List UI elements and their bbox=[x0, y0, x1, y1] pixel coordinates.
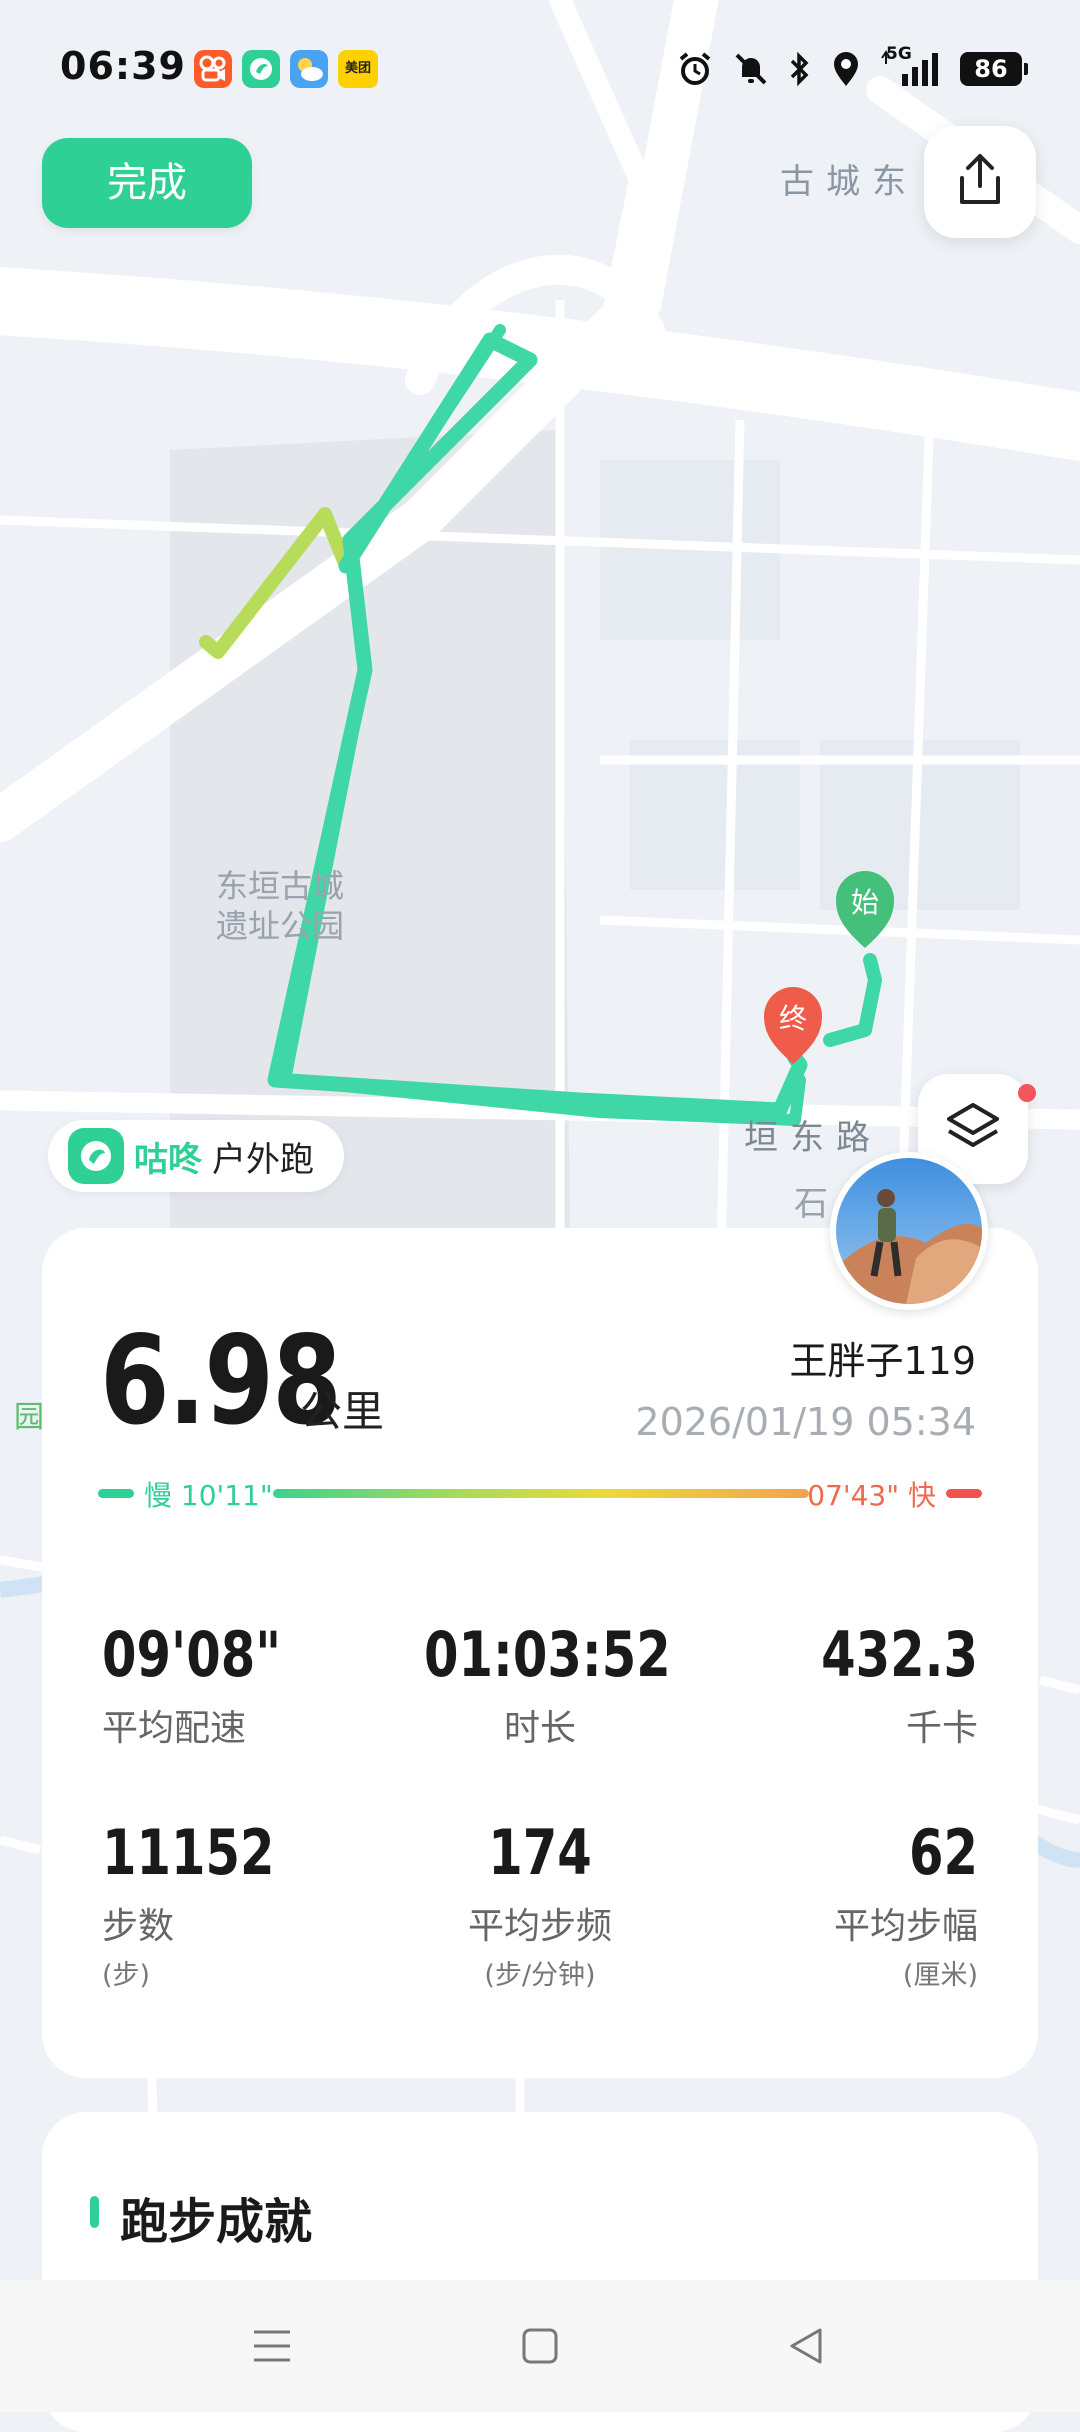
metric-stride: 62 平均步幅 (厘米) bbox=[688, 1816, 978, 1992]
map-park-label: 东垣古城 遗址公园 bbox=[216, 866, 344, 946]
gudong-logo-icon bbox=[68, 1128, 124, 1184]
start-marker-label: 始 bbox=[851, 886, 879, 919]
map-park-label-line1: 东垣古城 bbox=[216, 867, 345, 905]
pace-legend: 慢 10'11" 07'43" 快 bbox=[98, 1470, 982, 1516]
share-button[interactable] bbox=[924, 126, 1036, 238]
status-time: 06:39 bbox=[60, 44, 186, 88]
metric-value: 62 bbox=[908, 1816, 978, 1889]
metric-label: 平均配速 bbox=[102, 1708, 247, 1749]
end-marker-label: 终 bbox=[779, 1002, 807, 1035]
nav-menu-button[interactable] bbox=[242, 2318, 302, 2378]
pace-gradient-bar bbox=[273, 1489, 809, 1498]
metric-value: 11152 bbox=[102, 1816, 275, 1889]
brand-badge: 咕咚 户外跑 bbox=[48, 1120, 344, 1192]
location-icon bbox=[830, 50, 862, 88]
metric-unit: (步/分钟) bbox=[484, 1960, 596, 1991]
metric-unit: (步) bbox=[102, 1960, 151, 1991]
done-button[interactable]: 完成 bbox=[42, 138, 252, 228]
nav-home-button[interactable] bbox=[510, 2318, 570, 2378]
share-icon bbox=[954, 152, 1006, 212]
gudong-icon bbox=[242, 50, 280, 88]
metric-label: 千卡 bbox=[905, 1708, 978, 1749]
metric-calories: 432.3 千卡 bbox=[688, 1618, 978, 1751]
map-edge-label: 园 bbox=[14, 1400, 44, 1435]
metric-value: 09'08" bbox=[102, 1618, 282, 1691]
metric-steps: 11152 步数 (步) bbox=[102, 1816, 392, 1992]
status-indicators: 5G 86 bbox=[676, 44, 1028, 94]
metric-duration: 01:03:52 时长 bbox=[395, 1618, 685, 1751]
metric-label: 平均步频 bbox=[467, 1906, 612, 1947]
layers-icon bbox=[943, 1099, 1003, 1159]
metric-avg-pace: 09'08" 平均配速 bbox=[102, 1618, 392, 1751]
section-accent-bar bbox=[90, 2196, 99, 2228]
pace-slow-swatch bbox=[98, 1489, 134, 1498]
menu-icon bbox=[250, 2326, 294, 2370]
metric-value: 432.3 bbox=[821, 1618, 978, 1691]
alarm-icon bbox=[676, 50, 714, 88]
kuaishou-icon bbox=[194, 50, 232, 88]
back-icon bbox=[786, 2326, 826, 2370]
meituan-icon: 美团 bbox=[338, 50, 378, 88]
home-icon bbox=[520, 2326, 560, 2370]
pace-fast-label: 07'43" 快 bbox=[807, 1479, 936, 1512]
pace-slow-label: 慢 10'11" bbox=[144, 1479, 273, 1512]
layers-notification-dot bbox=[1018, 1084, 1036, 1102]
map-street-label: 古城东 bbox=[780, 162, 918, 202]
bluetooth-icon bbox=[788, 50, 812, 88]
nav-back-button[interactable] bbox=[776, 2318, 836, 2378]
pace-fast-swatch bbox=[946, 1489, 982, 1498]
metric-unit: (厘米) bbox=[902, 1960, 978, 1991]
weather-icon bbox=[290, 50, 328, 88]
metric-label: 时长 bbox=[503, 1708, 576, 1749]
metric-label: 平均步幅 bbox=[833, 1906, 978, 1947]
metric-cadence: 174 平均步频 (步/分钟) bbox=[395, 1816, 685, 1992]
run-datetime: 2026/01/19 05:34 bbox=[635, 1400, 976, 1444]
avatar[interactable] bbox=[830, 1152, 988, 1310]
mute-icon bbox=[732, 50, 770, 88]
distance-unit: 公里 bbox=[300, 1387, 385, 1436]
metric-value: 174 bbox=[488, 1816, 592, 1889]
brand-name: 咕咚 bbox=[134, 1139, 202, 1180]
metric-label: 步数 bbox=[102, 1906, 175, 1947]
user-name: 王胖子119 bbox=[789, 1339, 976, 1383]
metric-value: 01:03:52 bbox=[424, 1618, 671, 1691]
achievements-title: 跑步成就 bbox=[120, 2194, 313, 2250]
run-type-label: 户外跑 bbox=[212, 1139, 314, 1180]
map-park-label-line2: 遗址公园 bbox=[216, 907, 345, 945]
map-road-label: 垣东路 bbox=[744, 1118, 882, 1158]
battery-indicator: 86 bbox=[960, 52, 1028, 86]
5g-signal-icon: 5G bbox=[880, 44, 942, 88]
